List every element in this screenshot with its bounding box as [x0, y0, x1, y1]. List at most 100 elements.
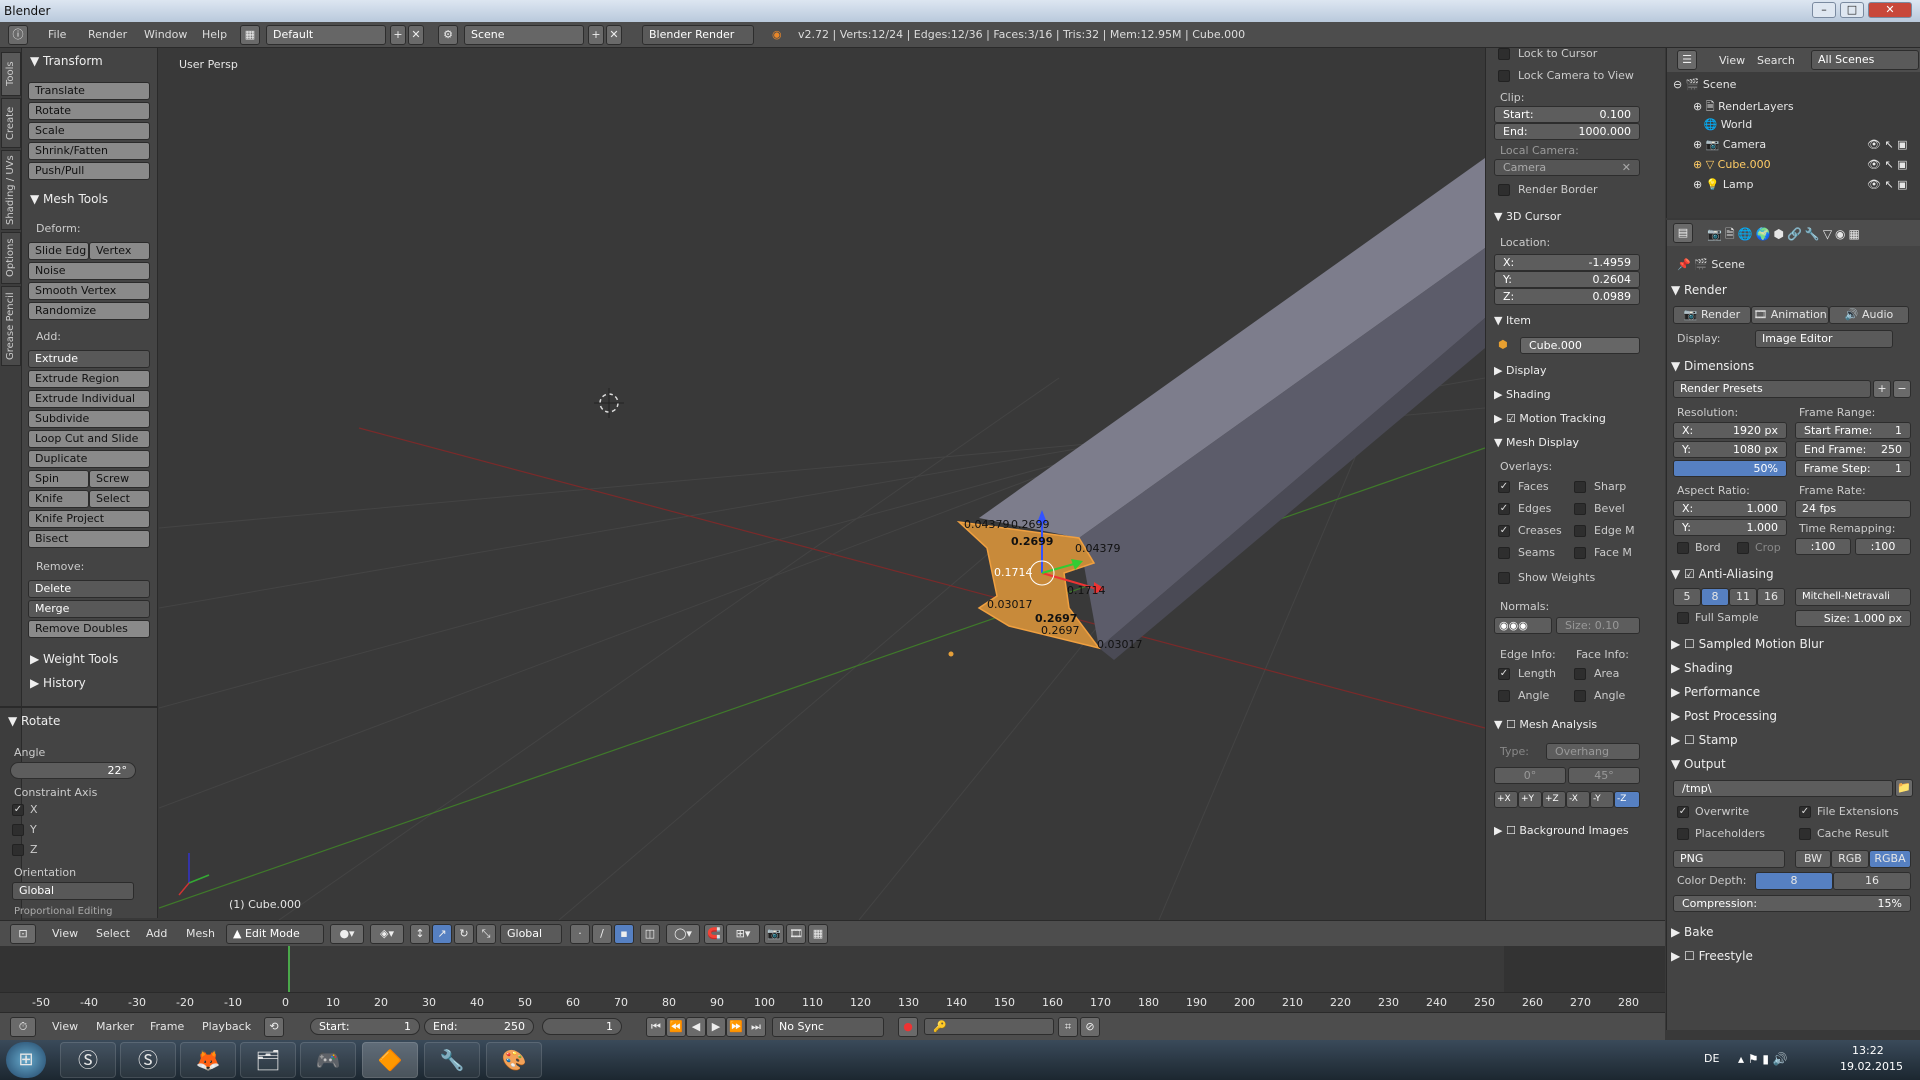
folder-browse-icon[interactable]: 📁	[1895, 779, 1913, 797]
maximize-button[interactable]: □	[1840, 2, 1864, 18]
frame-rate-dropdown[interactable]: 24 fps	[1795, 500, 1911, 518]
scale-manipulator-icon[interactable]: ⤡	[476, 924, 496, 944]
blender-icon[interactable]: 🔶	[362, 1042, 418, 1078]
loop-cut-button[interactable]: Loop Cut and Slide	[28, 430, 150, 448]
angle-field[interactable]: 22°	[10, 762, 136, 779]
tab-tools[interactable]: Tools	[1, 52, 21, 96]
skype-icon[interactable]: Ⓢ	[60, 1042, 116, 1078]
bake-panel-header[interactable]: ▶ Bake	[1671, 922, 1714, 942]
orientation-dropdown[interactable]: Global	[12, 882, 134, 900]
close-button[interactable]: ✕	[1868, 2, 1912, 18]
render-border-checkbox[interactable]	[1498, 184, 1510, 196]
next-keyframe-icon[interactable]: ⏩	[726, 1017, 746, 1037]
transform-panel-header[interactable]: ▼ Transform	[30, 52, 103, 70]
animation-button[interactable]: 🎞 Animation	[1751, 306, 1829, 324]
screen-layout-icon[interactable]: ▦	[240, 25, 260, 45]
shrink-fatten-button[interactable]: Shrink/Fatten	[28, 142, 150, 160]
minimize-button[interactable]: –	[1812, 2, 1836, 18]
opengl-render-icon[interactable]: 📷	[764, 924, 784, 944]
delete-keyframe-icon[interactable]: ⊘	[1080, 1017, 1100, 1037]
3d-viewport[interactable]: User Persp (1) Cube.000 0.04379 0.2699 0…	[159, 48, 1485, 920]
properties-context-icons[interactable]: 📷🗎🌐🌍⬢🔗🔧▽◉▦	[1707, 225, 1863, 246]
remove-layout-icon[interactable]: ✕	[408, 25, 424, 45]
outliner-menu-view[interactable]: View	[1719, 54, 1745, 67]
analysis-min-field[interactable]: 0°	[1494, 767, 1566, 784]
extrude-region-button[interactable]: Extrude Region	[28, 370, 150, 388]
aspect-y-field[interactable]: Y: 1.000	[1673, 519, 1787, 536]
face-angle-checkbox[interactable]	[1574, 690, 1586, 702]
timeline-menu-playback[interactable]: Playback	[202, 1020, 251, 1033]
axis-neg-y-button[interactable]: -Y	[1590, 791, 1614, 808]
rotate-manipulator-icon[interactable]: ↻	[454, 924, 474, 944]
edge-marks-checkbox[interactable]	[1574, 525, 1586, 537]
bevel-checkbox[interactable]	[1574, 503, 1586, 515]
outliner-item-renderlayers[interactable]: ⊕ 🗎 RenderLayers	[1693, 98, 1794, 117]
shading-panel-header[interactable]: ▶ Shading	[1671, 658, 1733, 678]
display-dropdown[interactable]: Image Editor	[1755, 330, 1893, 348]
timeline-menu-marker[interactable]: Marker	[96, 1020, 134, 1033]
audio-button[interactable]: 🔊 Audio	[1829, 306, 1909, 324]
keying-set-field[interactable]: 🔑	[924, 1018, 1054, 1035]
outliner-item-world[interactable]: 🌐 World	[1693, 118, 1752, 131]
file-extensions-checkbox[interactable]	[1799, 806, 1811, 818]
record-icon[interactable]: ●	[898, 1017, 918, 1037]
translate-manipulator-icon[interactable]: ↗	[432, 924, 452, 944]
rotate-button[interactable]: Rotate	[28, 102, 150, 120]
snap-toggle-icon[interactable]: 🧲	[704, 924, 724, 944]
randomize-button[interactable]: Randomize	[28, 302, 150, 320]
remove-scene-icon[interactable]: ✕	[606, 25, 622, 45]
bisect-button[interactable]: Bisect	[28, 530, 150, 548]
outliner-filter-dropdown[interactable]: All Scenes	[1811, 50, 1919, 70]
constraint-x-checkbox[interactable]	[12, 804, 24, 816]
duplicate-button[interactable]: Duplicate	[28, 450, 150, 468]
edge-angle-checkbox[interactable]	[1498, 690, 1510, 702]
start-button[interactable]: ⊞	[6, 1042, 46, 1078]
translate-button[interactable]: Translate	[28, 82, 150, 100]
border-checkbox[interactable]	[1677, 542, 1689, 554]
tab-create[interactable]: Create	[1, 98, 21, 148]
motion-tracking-panel-header[interactable]: ▶ ☑ Motion Tracking	[1494, 410, 1606, 428]
noise-button[interactable]: Noise	[28, 262, 150, 280]
remap-new-field[interactable]: :100	[1855, 538, 1911, 555]
stamp-panel-header[interactable]: ▶ ☐ Stamp	[1671, 730, 1738, 750]
cursor-x-field[interactable]: X: -1.4959	[1494, 254, 1640, 271]
sampled-motion-blur-panel-header[interactable]: ▶ ☐ Sampled Motion Blur	[1671, 634, 1824, 654]
add-scene-icon[interactable]: +	[588, 25, 604, 45]
background-images-panel-header[interactable]: ▶ ☐ Background Images	[1494, 822, 1629, 840]
history-panel-header[interactable]: ▶ History	[30, 674, 86, 692]
paint-app-icon[interactable]: 🎨	[486, 1042, 542, 1078]
aa-16-button[interactable]: 16	[1757, 588, 1785, 606]
screw-button[interactable]: Screw	[89, 470, 150, 488]
rotate-operator-header[interactable]: ▼ Rotate	[8, 712, 60, 730]
aa-11-button[interactable]: 11	[1729, 588, 1757, 606]
knife-select-button[interactable]: Select	[89, 490, 150, 508]
manipulator-toggle-icon[interactable]: ↕	[410, 924, 430, 944]
outliner-menu-search[interactable]: Search	[1757, 54, 1795, 67]
full-sample-checkbox[interactable]	[1677, 612, 1689, 624]
remove-preset-icon[interactable]: −	[1893, 380, 1911, 398]
vertex-select-icon[interactable]: ·	[570, 924, 590, 944]
view3d-menu-mesh[interactable]: Mesh	[186, 927, 215, 940]
item-name-field[interactable]: Cube.000	[1520, 337, 1640, 354]
edge-select-icon[interactable]: /	[592, 924, 612, 944]
timeline-menu-frame[interactable]: Frame	[150, 1020, 184, 1033]
cursor-z-field[interactable]: Z: 0.0989	[1494, 288, 1640, 305]
placeholders-checkbox[interactable]	[1677, 828, 1689, 840]
tab-grease-pencil[interactable]: Grease Pencil	[1, 286, 21, 366]
menu-render[interactable]: Render	[88, 22, 127, 48]
depth-16-button[interactable]: 16	[1833, 872, 1911, 890]
analysis-type-dropdown[interactable]: Overhang	[1546, 743, 1640, 760]
view3d-menu-add[interactable]: Add	[146, 927, 167, 940]
add-layout-icon[interactable]: +	[390, 25, 406, 45]
resolution-x-field[interactable]: X: 1920 px	[1673, 422, 1787, 439]
timeline-editor-icon[interactable]: ⏱	[10, 1017, 36, 1037]
editor-type-icon[interactable]: ⓘ	[8, 25, 28, 45]
delete-dropdown[interactable]: Delete	[28, 580, 150, 598]
pivot-point-icon[interactable]: ◈▾	[370, 924, 404, 944]
show-weights-checkbox[interactable]	[1498, 572, 1510, 584]
opengl-anim-icon[interactable]: 🎞	[786, 924, 806, 944]
menu-help[interactable]: Help	[202, 22, 227, 48]
transform-orientation-dropdown[interactable]: Global	[500, 924, 562, 944]
slide-edge-button[interactable]: Slide Edg	[28, 242, 89, 260]
visibility-eye-icon[interactable]: 👁 ↖ ▣	[1867, 138, 1908, 151]
